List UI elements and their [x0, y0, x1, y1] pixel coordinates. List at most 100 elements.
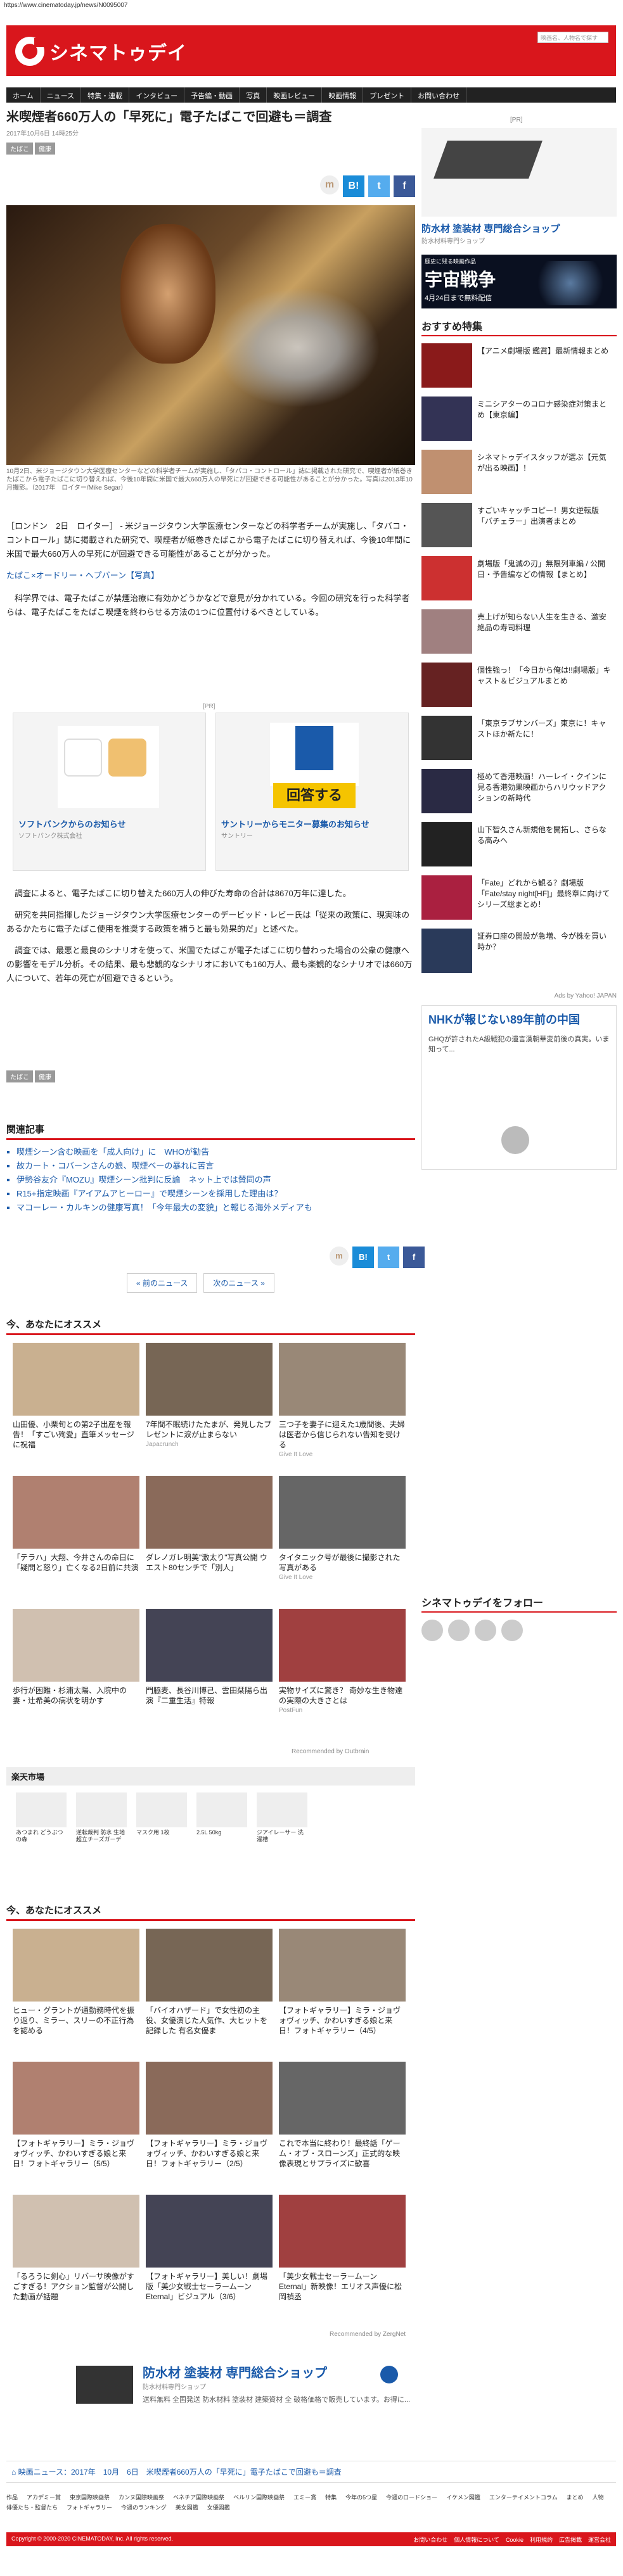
recommend-item[interactable]: 実物サイズに驚き？ 奇妙な生き物達の実際の大きさとは PostFun: [279, 1609, 406, 1714]
nav-item[interactable]: ニュース: [41, 87, 82, 103]
footer-link[interactable]: フォトギャラリー: [67, 2503, 112, 2513]
recommend-item[interactable]: 三つ子を妻子に迎えた1歳間後、夫婦は医者から信じられない告知を受ける Give I…: [279, 1343, 406, 1458]
browser-url[interactable]: https://www.cinematoday.jp/news/N0095007: [0, 0, 623, 11]
recommend-item[interactable]: タイタニック号が最後に撮影された写真がある Give It Love: [279, 1476, 406, 1581]
related-link[interactable]: 喫煙シーン含む映画を「成人向け」に WHOが勧告: [16, 1145, 415, 1159]
twitter-icon[interactable]: t: [378, 1247, 399, 1268]
recommend-item[interactable]: 「バイオハザード」で女性初の主役、女優演じた人気作、大ヒットを記録した 有名女優…: [146, 1929, 273, 2036]
youtube-follow-icon[interactable]: [501, 1620, 523, 1641]
home-icon[interactable]: ⌂: [11, 2468, 18, 2477]
related-link[interactable]: マコーレー・カルキンの健康写真！「今年最大の変貌」と報じる海外メディアも: [16, 1201, 415, 1215]
footer-link[interactable]: 人物: [593, 2492, 604, 2503]
footer-link[interactable]: エミー賞: [293, 2492, 316, 2503]
facebook-icon[interactable]: f: [394, 175, 415, 197]
market-item[interactable]: ジアイレーサー 洗濯槽: [257, 1792, 307, 1853]
twitter-follow-icon[interactable]: [421, 1620, 443, 1641]
special-item[interactable]: ミニシアターのコロナ感染症対策まとめ【東京編】: [421, 397, 617, 443]
nav-item[interactable]: 予告編・動画: [184, 87, 240, 103]
footer-link[interactable]: 美女図鑑: [176, 2503, 198, 2513]
footer-link[interactable]: 東京国際映画祭: [70, 2492, 110, 2503]
footer-link[interactable]: 俳優たち・監督たち: [6, 2503, 58, 2513]
nav-item[interactable]: 写真: [240, 87, 267, 103]
search-input[interactable]: 映画名、人物名で探す: [537, 32, 608, 43]
recommend-item[interactable]: 門脇麦、長谷川博己、雲田栞陽ら出演『二重生活』特報: [146, 1609, 273, 1707]
special-item[interactable]: すごいキャッチコピー！男女逆転版「バチェラー」出演者まとめ: [421, 503, 617, 550]
nav-item[interactable]: 特集・連載: [81, 87, 130, 103]
related-link[interactable]: 伊勢谷友介『MOZU』喫煙シーン批判に反論 ネット上では賛同の声: [16, 1173, 415, 1187]
arrow-icon[interactable]: [380, 2366, 398, 2383]
footer-link[interactable]: まとめ: [567, 2492, 584, 2503]
mixi-icon[interactable]: m: [330, 1247, 349, 1266]
footer-right-link[interactable]: 利用規約: [530, 2537, 553, 2543]
footer-link[interactable]: アカデミー賞: [27, 2492, 61, 2503]
market-item[interactable]: 逆転裁判 防水 生地 超立チーズガーデ: [76, 1792, 127, 1853]
hatena-bookmark-icon[interactable]: B!: [343, 175, 364, 197]
footer-link[interactable]: 特集: [325, 2492, 337, 2503]
special-item[interactable]: 個性強っ！「今日から俺は!!劇場版」キャスト＆ビジュアルまとめ: [421, 663, 617, 709]
recommend-item[interactable]: 【フォトギャラリー】ミラ・ジョヴォヴィッチ、かわいすぎる娘と来日！フォトギャラリ…: [279, 1929, 406, 2036]
footer-link[interactable]: ベネチア国際映画祭: [173, 2492, 224, 2503]
sidebar-ad-image[interactable]: [421, 128, 617, 217]
footer-link[interactable]: カンヌ国際映画祭: [119, 2492, 164, 2503]
footer-link[interactable]: 今週のランキング: [121, 2503, 167, 2513]
tag[interactable]: たばこ: [6, 1070, 33, 1082]
special-item[interactable]: 「Fate」どれから観る？劇場版「Fate/stay night[HF]」最終章…: [421, 875, 617, 922]
recommend-item[interactable]: 【フォトギャラリー】ミラ・ジョヴォヴィッチ、かわいすぎる娘と来日！フォトギャラリ…: [13, 2062, 139, 2169]
twitter-icon[interactable]: t: [368, 175, 390, 197]
ad-softbank[interactable]: ソフトバンクからのお知らせ ソフトバンク株式会社: [13, 713, 206, 871]
footer-link[interactable]: 作品: [6, 2492, 18, 2503]
recommend-item[interactable]: 【フォトギャラリー】美しい！劇場版「美少女戦士セーラームーン Eternal」ビ…: [146, 2195, 273, 2302]
footer-link[interactable]: 女優図鑑: [207, 2503, 230, 2513]
special-item[interactable]: 極めて香港映画！ハーレイ・クインに見る香港効果映画からハリウッドアクションの新時…: [421, 769, 617, 816]
footer-right-link[interactable]: Cookie: [506, 2537, 523, 2543]
sidebar-ad-title[interactable]: 防水材 塗装材 専門総合ショップ: [421, 222, 560, 235]
next-arrow-icon[interactable]: [501, 1126, 529, 1154]
special-item[interactable]: 劇場版「鬼滅の刃」無限列車編 / 公開日・予告編などの情報【まとめ】: [421, 556, 617, 603]
instagram-follow-icon[interactable]: [475, 1620, 496, 1641]
recommend-item[interactable]: ヒュー・グラントが通勤務時代を振り返り、ミラー、スリーの不正行為を認める: [13, 1929, 139, 2036]
nav-item[interactable]: お問い合わせ: [411, 87, 467, 103]
next-news-link[interactable]: 次のニュース »: [203, 1273, 274, 1293]
recommend-item[interactable]: 「るろうに剣心」リバーサ映像がすごすぎる！アクション監督が公開した動画が話題: [13, 2195, 139, 2302]
footer-right-link[interactable]: お問い合わせ: [413, 2537, 447, 2543]
footer-right-link[interactable]: 運営会社: [588, 2537, 611, 2543]
recommend-item[interactable]: 歩行が困難・杉浦太陽、入院中の妻・辻希美の病状を明かす: [13, 1609, 139, 1707]
related-photo-link[interactable]: たばこ×オードリー・ヘプバーン【写真】: [6, 569, 415, 583]
footer-right-link[interactable]: 広告掲載: [559, 2537, 582, 2543]
special-item[interactable]: 【アニメ劇場版 鑑賞】最新情報まとめ: [421, 343, 617, 390]
nav-item[interactable]: 映画情報: [322, 87, 364, 103]
answer-button[interactable]: 回答する: [273, 783, 356, 808]
nav-item[interactable]: プレゼント: [363, 87, 412, 103]
footer-link[interactable]: イケメン図鑑: [446, 2492, 480, 2503]
special-item[interactable]: シネマトゥデイスタッフが選ぶ【元気が出る映画】！: [421, 450, 617, 497]
mixi-icon[interactable]: m: [320, 175, 339, 194]
market-item[interactable]: 2.5L 50kg: [196, 1792, 247, 1853]
prev-news-link[interactable]: « 前のニュース: [127, 1273, 198, 1293]
bottom-ad[interactable]: 防水材 塗装材 専門総合ショップ 防水材料専門ショップ 送料無料 全国発送 防水…: [76, 2363, 431, 2439]
ad-suntory[interactable]: 回答する サントリーからモニター募集のお知らせ サントリー: [215, 713, 409, 871]
special-item[interactable]: 山下智久さん新規他を開拓し、さらなる高みへ: [421, 822, 617, 869]
related-link[interactable]: 故カート・コバーンさんの娘、喫煙ベーの暴れに苦言: [16, 1159, 415, 1173]
special-item[interactable]: 売上げが知らない人生を生きる、激安絶品の寿司料理: [421, 609, 617, 656]
recommend-item[interactable]: ダレノガレ明美"激太り"写真公開 ウエスト80センチで「別人」: [146, 1476, 273, 1574]
facebook-icon[interactable]: f: [403, 1247, 425, 1268]
market-item[interactable]: あつまれ どうぶつの森: [16, 1792, 67, 1853]
special-item[interactable]: 証券口座の開設が急増、今が株を買い時か？: [421, 929, 617, 975]
footer-link[interactable]: 今年の5つ星: [345, 2492, 377, 2503]
recommend-item[interactable]: 「美少女戦士セーラームーン Eternal」新映像！エリオス声優に松岡禎丞: [279, 2195, 406, 2302]
war-of-worlds-banner[interactable]: 歴史に残る映画作品 宇宙戦争 4月24日まで無料配信: [421, 255, 617, 308]
nav-item[interactable]: ホーム: [6, 87, 41, 103]
market-item[interactable]: マスク用 1枚: [136, 1792, 187, 1853]
site-logo[interactable]: シネマトゥデイ: [15, 36, 187, 67]
facebook-follow-icon[interactable]: [448, 1620, 470, 1641]
special-item[interactable]: 「東京ラブサンバーズ」東京に！キャストほか新たに！: [421, 716, 617, 763]
footer-link[interactable]: ベルリン国際映画祭: [233, 2492, 285, 2503]
footer-link[interactable]: エンターテイメントコラム: [489, 2492, 558, 2503]
recommend-item[interactable]: 【フォトギャラリー】ミラ・ジョヴォヴィッチ、かわいすぎる娘と来日！フォトギャラリ…: [146, 2062, 273, 2169]
related-link[interactable]: R15+指定映画『アイアムアヒーロー』で喫煙シーンを採用した理由は？: [16, 1187, 415, 1201]
nav-item[interactable]: インタビュー: [129, 87, 185, 103]
nhk-ad[interactable]: NHKが報じない89年前の中国 GHQが許されたA級戦犯の遺言漢朝華変前後の真実…: [421, 1005, 617, 1170]
recommend-item[interactable]: 山田優、小栗旬との第2子出産を報告！「すごい殉愛」直筆メッセージに祝福: [13, 1343, 139, 1451]
recommend-item[interactable]: 7年間不眠続けたたまが、発見したプレゼントに涙が止まらない Japacrunch: [146, 1343, 273, 1448]
recommend-item[interactable]: 「テラハ」大翔、今井さんの命日に「疑問と怒り」亡くなる2日前に共演: [13, 1476, 139, 1574]
